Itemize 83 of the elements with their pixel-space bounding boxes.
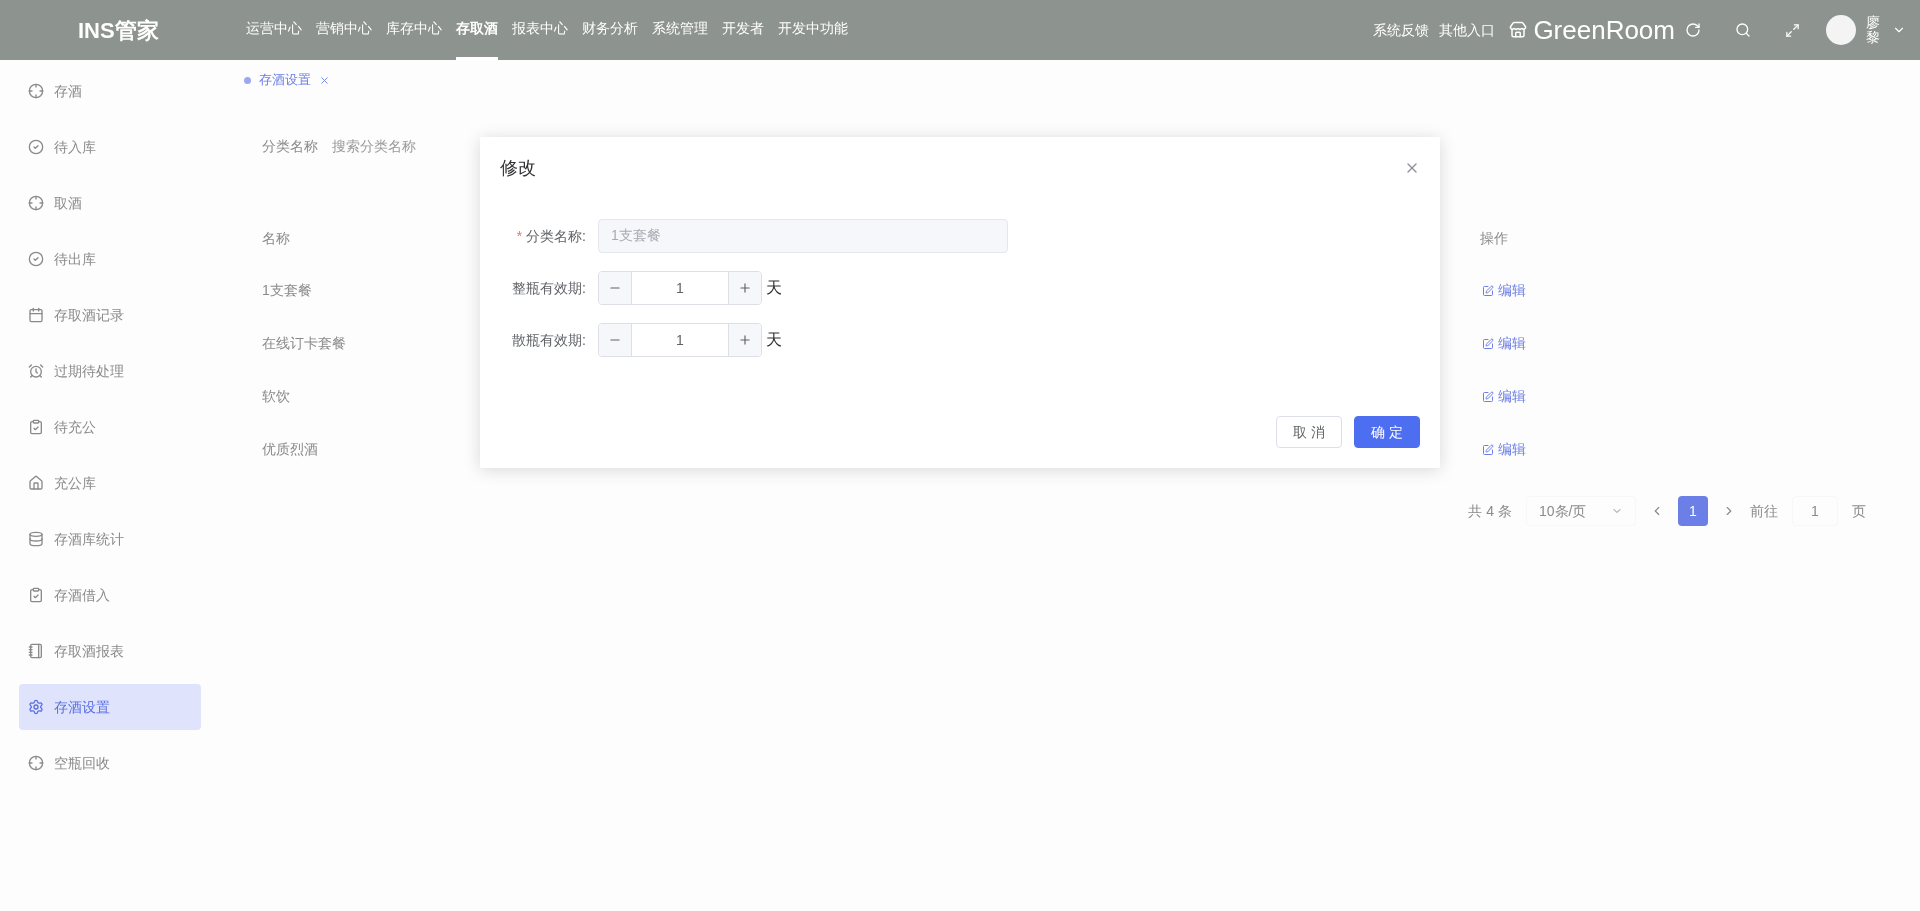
nav-tab[interactable]: 开发者: [722, 0, 764, 60]
nav-tab[interactable]: 库存中心: [386, 0, 442, 60]
cancel-button[interactable]: 取 消: [1276, 416, 1343, 448]
page-input[interactable]: 1: [1792, 496, 1838, 526]
page-size-select[interactable]: 10条/页: [1526, 496, 1636, 526]
table-cell-text: 在线订卡套餐: [262, 334, 347, 353]
store-name[interactable]: GreenRoom: [1533, 10, 1675, 50]
edit-link[interactable]: 编辑: [1482, 386, 1526, 407]
edit-icon: [1482, 390, 1494, 403]
menu-icon: [28, 139, 44, 155]
sidebar-item[interactable]: 待入库: [19, 124, 201, 170]
edit-icon: [1482, 337, 1494, 350]
nav-tab[interactable]: 运营中心: [246, 0, 302, 60]
table-cell-text: 1支套餐: [262, 281, 313, 300]
table-cell-text: 优质烈酒: [262, 440, 319, 459]
nav-tab[interactable]: 报表中心: [512, 0, 568, 60]
refresh-icon[interactable]: [1685, 22, 1701, 38]
field-label: 散瓶有效期:: [511, 330, 587, 350]
confirm-button[interactable]: 确 定: [1354, 416, 1420, 448]
unit-label: 天: [766, 330, 782, 350]
menu-icon: [28, 643, 44, 659]
page-number[interactable]: 1: [1678, 496, 1708, 526]
plus-icon: [738, 281, 752, 295]
search-icon[interactable]: [1735, 22, 1751, 38]
sidebar-item[interactable]: 存酒: [19, 68, 201, 114]
edit-icon: [1482, 284, 1494, 297]
menu-icon: [28, 307, 44, 323]
edit-link[interactable]: 编辑: [1482, 280, 1526, 301]
search-field[interactable]: 搜索分类名称: [332, 135, 532, 157]
menu-icon: [28, 363, 44, 379]
field-label: * 分类名称:: [515, 226, 587, 246]
nav-tab[interactable]: 存取酒: [456, 0, 498, 60]
menu-icon: [28, 83, 44, 99]
sidebar-item[interactable]: 存酒借入: [19, 572, 201, 618]
plus-icon: [738, 333, 752, 347]
menu-icon: [28, 699, 44, 715]
sidebar-item[interactable]: 充公库: [19, 460, 201, 506]
total-count: 共 4 条: [1468, 501, 1512, 521]
goto-unit: 页: [1852, 501, 1866, 521]
unit-label: 天: [766, 278, 782, 298]
menu-icon: [28, 419, 44, 435]
store-icon: [1509, 21, 1528, 39]
edit-icon: [1482, 443, 1494, 456]
filter-label: 分类名称: [262, 136, 318, 156]
dialog-title: 修改: [500, 156, 536, 180]
menu-icon: [28, 755, 44, 771]
close-icon[interactable]: [319, 74, 330, 86]
nav-tab[interactable]: 系统管理: [652, 0, 708, 60]
header-link[interactable]: 其他入口: [1439, 19, 1496, 41]
increment-button[interactable]: [728, 324, 761, 356]
avatar[interactable]: [1826, 15, 1856, 45]
nav-tab[interactable]: 财务分析: [582, 0, 638, 60]
fullscreen-icon[interactable]: [1785, 22, 1800, 38]
column-header: 名称: [262, 228, 290, 248]
menu-icon: [28, 195, 44, 211]
sidebar-item[interactable]: 空瓶回收: [19, 740, 201, 786]
increment-button[interactable]: [728, 272, 761, 304]
field-label: 整瓶有效期:: [511, 278, 587, 298]
app-logo: INS管家: [77, 16, 160, 45]
menu-icon: [28, 531, 44, 547]
edit-link[interactable]: 编辑: [1482, 439, 1526, 460]
nav-tab[interactable]: 开发中功能: [778, 0, 848, 60]
number-stepper[interactable]: 1: [598, 323, 762, 357]
number-stepper[interactable]: 1: [598, 271, 762, 305]
nav-tab[interactable]: 营销中心: [316, 0, 372, 60]
table-cell-text: 软饮: [262, 387, 291, 406]
sidebar-item[interactable]: 待出库: [19, 236, 201, 282]
user-name: 廖黎: [1866, 14, 1881, 46]
column-header: 操作: [1480, 228, 1508, 248]
edit-link[interactable]: 编辑: [1482, 333, 1526, 354]
page-tab[interactable]: 存酒设置: [232, 70, 342, 90]
menu-icon: [28, 251, 44, 267]
sidebar-item[interactable]: 存酒设置: [19, 684, 201, 730]
sidebar-item[interactable]: 存取酒报表: [19, 628, 201, 674]
sidebar-item[interactable]: 过期待处理: [19, 348, 201, 394]
sidebar-item[interactable]: 取酒: [19, 180, 201, 226]
menu-icon: [28, 475, 44, 491]
menu-icon: [28, 587, 44, 603]
sidebar-item[interactable]: 存取酒记录: [19, 292, 201, 338]
sidebar-item[interactable]: 待充公: [19, 404, 201, 450]
header-link[interactable]: 系统反馈: [1373, 19, 1430, 41]
sidebar-item[interactable]: 存酒库统计: [19, 516, 201, 562]
goto-label: 前往: [1750, 501, 1778, 521]
